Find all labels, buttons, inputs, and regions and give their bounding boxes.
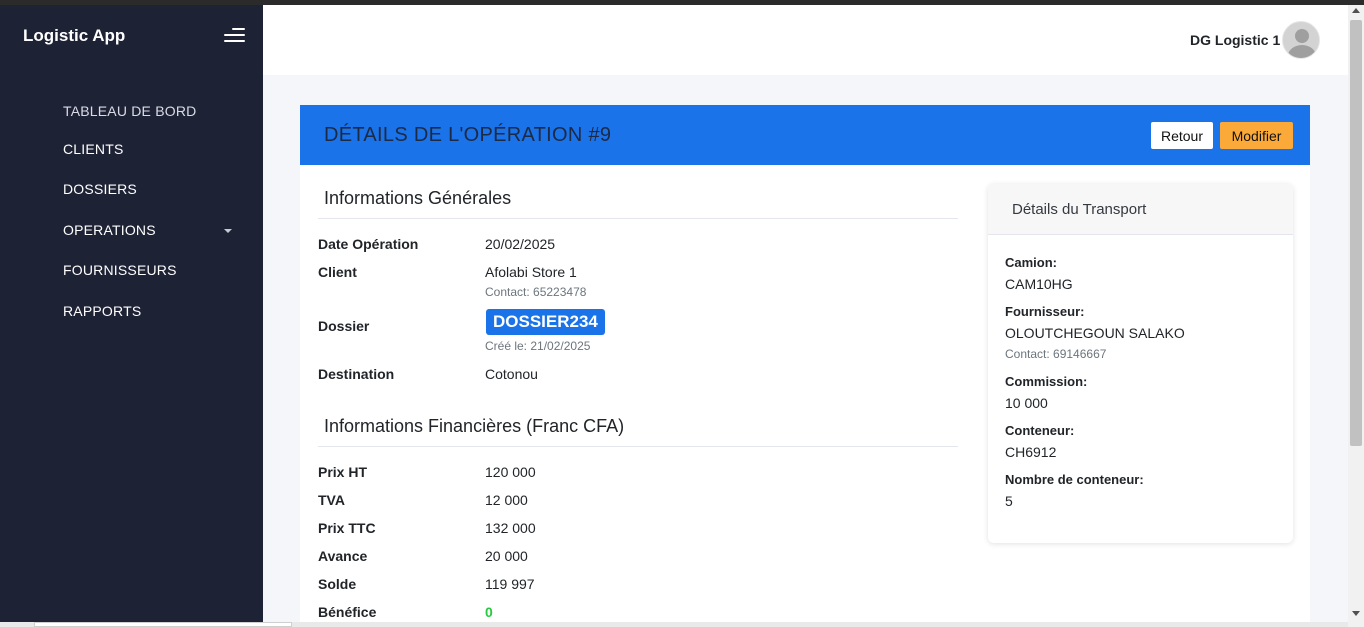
edit-button[interactable]: Modifier [1220,122,1293,149]
solde-value: 119 997 [485,576,535,592]
avance-label: Avance [318,548,368,564]
camion-value: CAM10HG [1005,276,1073,292]
benefice-value: 0 [485,604,493,620]
section-divider [318,218,958,219]
dossier-label: Dossier [318,318,370,334]
sidebar-item-fournisseurs[interactable]: FOURNISSEURS [63,262,177,278]
user-name[interactable]: DG Logistic 1 [1190,32,1280,48]
destination-label: Destination [318,366,395,382]
date-value: 20/02/2025 [485,236,556,252]
camion-label: Camion: [1005,255,1057,270]
sidebar-item-clients[interactable]: CLIENTS [63,141,124,157]
client-label: Client [318,264,357,280]
sidebar-item-operations[interactable]: OPERATIONS [63,222,156,238]
bottom-input-field[interactable] [34,622,292,627]
solde-label: Solde [318,576,357,592]
prix-ht-label: Prix HT [318,464,368,480]
date-label: Date Opération [318,236,419,252]
destination-value: Cotonou [485,366,538,382]
avance-value: 20 000 [485,548,528,564]
top-header [263,5,1348,75]
section-divider [318,446,958,447]
prix-ht-value: 120 000 [485,464,536,480]
prix-ttc-label: Prix TTC [318,520,376,536]
back-button[interactable]: Retour [1151,122,1213,149]
app-brand[interactable]: Logistic App [23,26,125,46]
section-title-general: Informations Générales [324,188,512,208]
prix-ttc-value: 132 000 [485,520,536,536]
benefice-label: Bénéfice [318,604,377,620]
dossier-badge[interactable]: DOSSIER234 [486,309,605,335]
conteneur-label: Conteneur: [1005,423,1075,438]
tva-label: TVA [318,492,345,508]
client-value: Afolabi Store 1 [485,264,577,280]
commission-value: 10 000 [1005,395,1048,411]
scroll-up-arrow-icon[interactable] [1352,8,1360,13]
transport-card [988,184,1293,543]
scroll-down-arrow-icon[interactable] [1352,611,1360,616]
user-avatar-icon[interactable] [1282,21,1320,59]
transport-title: Détails du Transport [1012,201,1147,218]
dropdown-caret-icon[interactable] [224,229,232,233]
fournisseur-label: Fournisseur: [1005,304,1085,319]
scrollbar-thumb[interactable] [1350,20,1362,446]
sidebar-item-dossiers[interactable]: DOSSIERS [63,181,137,197]
nb-conteneur-label: Nombre de conteneur: [1005,472,1144,487]
menu-icon[interactable] [223,27,245,45]
section-title-financial: Informations Financières (Franc CFA) [324,416,625,436]
commission-label: Commission: [1005,374,1088,389]
conteneur-value: CH6912 [1005,444,1057,460]
tva-value: 12 000 [485,492,528,508]
fournisseur-contact: Contact: 69146667 [1005,347,1107,361]
sidebar-item-tableau-de-bord[interactable]: TABLEAU DE BORD [63,103,196,119]
sidebar-item-rapports[interactable]: RAPPORTS [63,303,141,319]
client-contact: Contact: 65223478 [485,285,587,299]
fournisseur-value: OLOUTCHEGOUN SALAKO [1005,325,1185,341]
page-title: DÉTAILS DE L'OPÉRATION #9 [324,124,612,146]
dossier-created: Créé le: 21/02/2025 [485,339,591,353]
nb-conteneur-value: 5 [1005,493,1013,509]
